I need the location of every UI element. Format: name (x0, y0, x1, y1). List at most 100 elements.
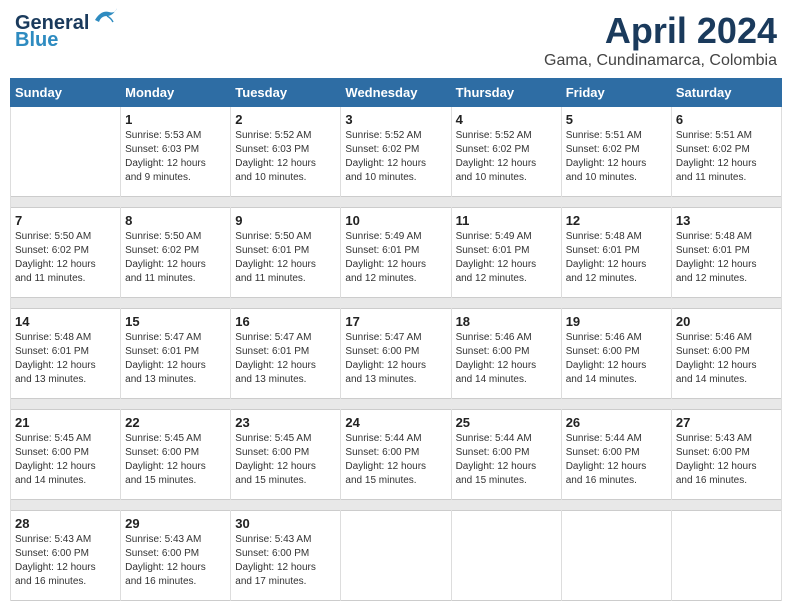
calendar-cell (561, 511, 671, 601)
day-info: Sunrise: 5:52 AM Sunset: 6:02 PM Dayligh… (456, 129, 557, 185)
calendar-cell: 21 Sunrise: 5:45 AM Sunset: 6:00 PM Dayli… (11, 410, 121, 500)
day-number: 18 (456, 314, 557, 329)
weekday-header-row: SundayMondayTuesdayWednesdayThursdayFrid… (11, 79, 782, 107)
page-header: General Blue April 2024 Gama, Cundinamar… (10, 10, 782, 70)
calendar-cell: 25 Sunrise: 5:44 AM Sunset: 6:00 PM Dayli… (451, 410, 561, 500)
day-number: 23 (235, 415, 336, 430)
day-number: 12 (566, 213, 667, 228)
calendar-cell: 19 Sunrise: 5:46 AM Sunset: 6:00 PM Dayli… (561, 309, 671, 399)
day-number: 28 (15, 516, 116, 531)
location-title: Gama, Cundinamarca, Colombia (544, 52, 777, 70)
calendar-cell: 6 Sunrise: 5:51 AM Sunset: 6:02 PM Daylig… (671, 107, 781, 197)
calendar-cell: 26 Sunrise: 5:44 AM Sunset: 6:00 PM Dayli… (561, 410, 671, 500)
day-info: Sunrise: 5:43 AM Sunset: 6:00 PM Dayligh… (676, 432, 777, 488)
day-info: Sunrise: 5:46 AM Sunset: 6:00 PM Dayligh… (566, 331, 667, 387)
calendar-cell (341, 511, 451, 601)
day-number: 10 (345, 213, 446, 228)
logo-bird-icon (91, 6, 119, 28)
calendar-cell: 2Sunrise: 5:52 AM Sunset: 6:03 PM Daylig… (231, 107, 341, 197)
weekday-header-sunday: Sunday (11, 79, 121, 107)
logo-blue-text: Blue (15, 29, 58, 52)
calendar-cell (11, 107, 121, 197)
calendar-cell: 14 Sunrise: 5:48 AM Sunset: 6:01 PM Dayli… (11, 309, 121, 399)
day-info: Sunrise: 5:47 AM Sunset: 6:01 PM Dayligh… (125, 331, 226, 387)
day-info: Sunrise: 5:44 AM Sunset: 6:00 PM Dayligh… (566, 432, 667, 488)
day-info: Sunrise: 5:46 AM Sunset: 6:00 PM Dayligh… (676, 331, 777, 387)
day-number: 4 (456, 112, 557, 127)
weekday-header-thursday: Thursday (451, 79, 561, 107)
day-info: Sunrise: 5:51 AM Sunset: 6:02 PM Dayligh… (676, 129, 777, 185)
day-info: Sunrise: 5:50 AM Sunset: 6:01 PM Dayligh… (235, 230, 336, 286)
month-title: April 2024 (544, 10, 777, 52)
day-info: Sunrise: 5:52 AM Sunset: 6:02 PM Dayligh… (345, 129, 446, 185)
calendar-cell: 12 Sunrise: 5:48 AM Sunset: 6:01 PM Dayli… (561, 208, 671, 298)
day-number: 1 (125, 112, 226, 127)
day-info: Sunrise: 5:48 AM Sunset: 6:01 PM Dayligh… (676, 230, 777, 286)
day-number: 7 (15, 213, 116, 228)
calendar-cell: 5 Sunrise: 5:51 AM Sunset: 6:02 PM Daylig… (561, 107, 671, 197)
day-info: Sunrise: 5:48 AM Sunset: 6:01 PM Dayligh… (15, 331, 116, 387)
weekday-header-friday: Friday (561, 79, 671, 107)
week-row-5: 28 Sunrise: 5:43 AM Sunset: 6:00 PM Dayli… (11, 511, 782, 601)
calendar-table: SundayMondayTuesdayWednesdayThursdayFrid… (10, 78, 782, 601)
day-number: 26 (566, 415, 667, 430)
day-number: 20 (676, 314, 777, 329)
day-number: 29 (125, 516, 226, 531)
day-number: 2 (235, 112, 336, 127)
calendar-cell: 1 Sunrise: 5:53 AM Sunset: 6:03 PM Daylig… (121, 107, 231, 197)
calendar-cell: 27 Sunrise: 5:43 AM Sunset: 6:00 PM Dayli… (671, 410, 781, 500)
calendar-cell: 29Sunrise: 5:43 AM Sunset: 6:00 PM Dayli… (121, 511, 231, 601)
calendar-cell: 4 Sunrise: 5:52 AM Sunset: 6:02 PM Daylig… (451, 107, 561, 197)
day-number: 11 (456, 213, 557, 228)
calendar-cell: 18Sunrise: 5:46 AM Sunset: 6:00 PM Dayli… (451, 309, 561, 399)
day-number: 3 (345, 112, 446, 127)
day-info: Sunrise: 5:49 AM Sunset: 6:01 PM Dayligh… (345, 230, 446, 286)
calendar-cell (451, 511, 561, 601)
day-info: Sunrise: 5:44 AM Sunset: 6:00 PM Dayligh… (456, 432, 557, 488)
day-number: 5 (566, 112, 667, 127)
week-separator (11, 399, 782, 410)
day-info: Sunrise: 5:53 AM Sunset: 6:03 PM Dayligh… (125, 129, 226, 185)
day-number: 25 (456, 415, 557, 430)
day-info: Sunrise: 5:50 AM Sunset: 6:02 PM Dayligh… (125, 230, 226, 286)
calendar-cell: 10 Sunrise: 5:49 AM Sunset: 6:01 PM Dayli… (341, 208, 451, 298)
calendar-cell: 23 Sunrise: 5:45 AM Sunset: 6:00 PM Dayli… (231, 410, 341, 500)
calendar-cell: 30 Sunrise: 5:43 AM Sunset: 6:00 PM Dayli… (231, 511, 341, 601)
day-info: Sunrise: 5:43 AM Sunset: 6:00 PM Dayligh… (235, 533, 336, 589)
calendar-cell: 15Sunrise: 5:47 AM Sunset: 6:01 PM Dayli… (121, 309, 231, 399)
day-info: Sunrise: 5:45 AM Sunset: 6:00 PM Dayligh… (235, 432, 336, 488)
calendar-cell: 24Sunrise: 5:44 AM Sunset: 6:00 PM Dayli… (341, 410, 451, 500)
calendar-cell: 20 Sunrise: 5:46 AM Sunset: 6:00 PM Dayli… (671, 309, 781, 399)
day-info: Sunrise: 5:48 AM Sunset: 6:01 PM Dayligh… (566, 230, 667, 286)
calendar-cell: 8Sunrise: 5:50 AM Sunset: 6:02 PM Daylig… (121, 208, 231, 298)
day-number: 14 (15, 314, 116, 329)
day-number: 30 (235, 516, 336, 531)
week-row-1: 1 Sunrise: 5:53 AM Sunset: 6:03 PM Daylig… (11, 107, 782, 197)
day-info: Sunrise: 5:51 AM Sunset: 6:02 PM Dayligh… (566, 129, 667, 185)
weekday-header-monday: Monday (121, 79, 231, 107)
title-area: April 2024 Gama, Cundinamarca, Colombia (544, 10, 777, 70)
calendar-cell (671, 511, 781, 601)
calendar-cell: 11Sunrise: 5:49 AM Sunset: 6:01 PM Dayli… (451, 208, 561, 298)
calendar-cell: 22 Sunrise: 5:45 AM Sunset: 6:00 PM Dayli… (121, 410, 231, 500)
calendar-cell: 28Sunrise: 5:43 AM Sunset: 6:00 PM Dayli… (11, 511, 121, 601)
day-number: 13 (676, 213, 777, 228)
week-row-4: 21 Sunrise: 5:45 AM Sunset: 6:00 PM Dayli… (11, 410, 782, 500)
calendar-cell: 3 Sunrise: 5:52 AM Sunset: 6:02 PM Daylig… (341, 107, 451, 197)
day-number: 22 (125, 415, 226, 430)
week-separator (11, 298, 782, 309)
day-number: 17 (345, 314, 446, 329)
day-info: Sunrise: 5:45 AM Sunset: 6:00 PM Dayligh… (125, 432, 226, 488)
day-number: 19 (566, 314, 667, 329)
weekday-header-saturday: Saturday (671, 79, 781, 107)
day-number: 21 (15, 415, 116, 430)
day-info: Sunrise: 5:45 AM Sunset: 6:00 PM Dayligh… (15, 432, 116, 488)
calendar-cell: 17 Sunrise: 5:47 AM Sunset: 6:00 PM Dayli… (341, 309, 451, 399)
day-number: 6 (676, 112, 777, 127)
day-info: Sunrise: 5:47 AM Sunset: 6:00 PM Dayligh… (345, 331, 446, 387)
day-number: 27 (676, 415, 777, 430)
day-info: Sunrise: 5:47 AM Sunset: 6:01 PM Dayligh… (235, 331, 336, 387)
logo: General Blue (15, 10, 119, 52)
calendar-cell: 7Sunrise: 5:50 AM Sunset: 6:02 PM Daylig… (11, 208, 121, 298)
week-separator (11, 500, 782, 511)
